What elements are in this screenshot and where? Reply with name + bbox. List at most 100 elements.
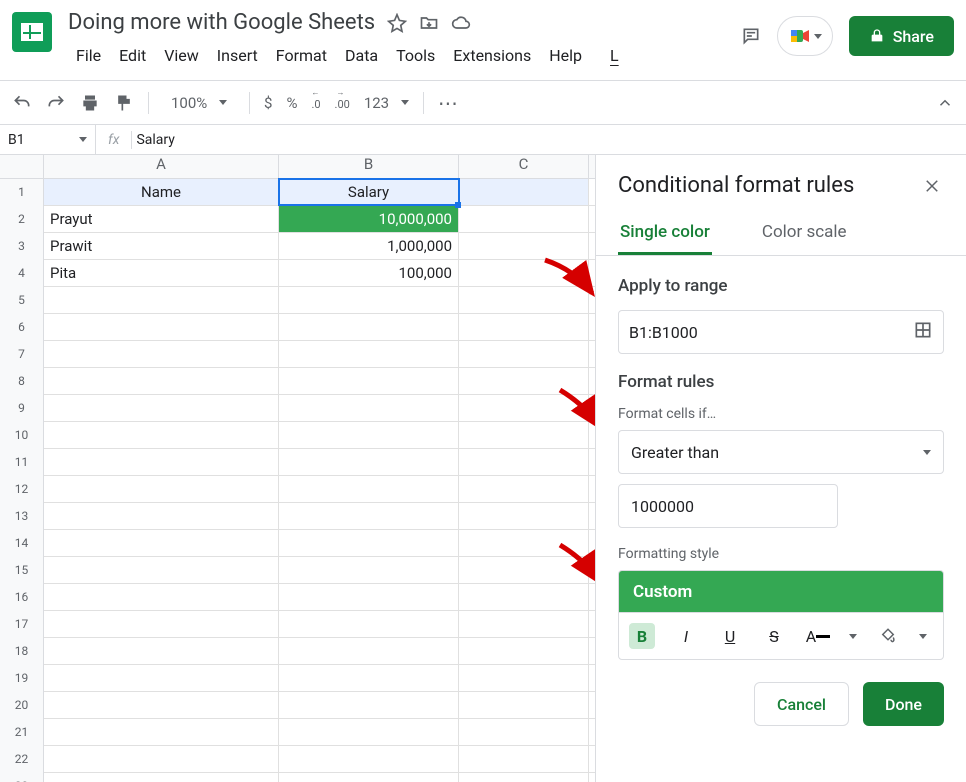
table-row[interactable]: 16 [0,584,595,611]
name-box[interactable]: B1 [0,125,96,154]
underline-button[interactable]: U [717,623,743,649]
row-header[interactable]: 16 [0,584,44,611]
row-header[interactable]: 15 [0,557,44,584]
table-row[interactable]: 12 [0,476,595,503]
cell[interactable] [279,395,459,421]
cell[interactable] [279,584,459,610]
cell[interactable] [459,530,589,556]
cell[interactable] [44,611,279,637]
cell[interactable] [279,422,459,448]
row-header[interactable]: 18 [0,638,44,665]
tab-color-scale[interactable]: Color scale [760,212,849,255]
cell[interactable] [459,719,589,745]
cell[interactable] [459,395,589,421]
cell[interactable] [459,260,589,286]
done-button[interactable]: Done [863,682,944,726]
cell[interactable] [279,611,459,637]
share-button[interactable]: Share [849,16,954,56]
column-header-C[interactable]: C [459,155,589,178]
undo-icon[interactable] [12,93,32,113]
text-color-button[interactable]: A [805,623,831,649]
cell[interactable] [279,665,459,691]
row-header[interactable]: 2 [0,206,44,233]
cell[interactable] [279,449,459,475]
cell[interactable] [44,395,279,421]
table-row[interactable]: 9 [0,395,595,422]
cell[interactable] [279,638,459,664]
table-row[interactable]: 22 [0,746,595,773]
cell[interactable] [44,422,279,448]
menu-data[interactable]: Data [337,42,386,69]
cell[interactable]: 1,000,000 [279,233,459,259]
table-row[interactable]: 6 [0,314,595,341]
table-row[interactable]: 14 [0,530,595,557]
column-header-B[interactable]: B [279,155,459,178]
cell[interactable] [459,638,589,664]
cell[interactable] [279,341,459,367]
grid-select-icon[interactable] [913,320,933,344]
move-folder-icon[interactable] [419,13,439,33]
cell[interactable] [459,584,589,610]
cell[interactable] [459,557,589,583]
zoom-dropdown[interactable]: 100% [163,92,235,114]
tab-single-color[interactable]: Single color [618,212,712,255]
row-header[interactable]: 9 [0,395,44,422]
print-icon[interactable] [80,93,100,113]
formula-input[interactable]: Salary [132,132,174,148]
cell[interactable]: Pita [44,260,279,286]
cell[interactable] [44,692,279,718]
table-row[interactable]: 4Pita100,000 [0,260,595,287]
range-input[interactable]: B1:B1000 [618,310,944,354]
row-header[interactable]: 22 [0,746,44,773]
condition-value-input[interactable]: 1000000 [618,484,838,528]
table-row[interactable]: 18 [0,638,595,665]
cell[interactable] [459,341,589,367]
cell[interactable] [44,719,279,745]
cell[interactable]: Name [44,179,279,205]
row-header[interactable]: 21 [0,719,44,746]
table-row[interactable]: 1NameSalary [0,179,595,206]
row-header[interactable]: 13 [0,503,44,530]
cell[interactable] [279,773,459,782]
star-icon[interactable] [387,13,407,33]
cell[interactable] [279,476,459,502]
spreadsheet-grid[interactable]: A B C 1NameSalary2Prayut10,000,0003Prawi… [0,155,596,782]
cell[interactable] [459,233,589,259]
menu-edit[interactable]: Edit [111,42,154,69]
cell[interactable] [44,449,279,475]
table-row[interactable]: 5 [0,287,595,314]
condition-dropdown[interactable]: Greater than [618,430,944,474]
cell[interactable] [44,746,279,772]
row-header[interactable]: 7 [0,341,44,368]
cell[interactable] [44,503,279,529]
menu-help[interactable]: Help [541,42,590,69]
cell[interactable] [279,503,459,529]
menu-format[interactable]: Format [268,42,335,69]
row-header[interactable]: 6 [0,314,44,341]
decrease-decimal-button[interactable]: .0← [311,94,320,112]
cell[interactable] [44,773,279,782]
table-row[interactable]: 19 [0,665,595,692]
cell[interactable] [279,557,459,583]
close-icon[interactable] [920,174,944,198]
bold-button[interactable]: B [629,623,655,649]
table-row[interactable]: 17 [0,611,595,638]
cell[interactable] [279,692,459,718]
paint-format-icon[interactable] [114,93,134,113]
menu-insert[interactable]: Insert [209,42,266,69]
cell[interactable]: Prawit [44,233,279,259]
cell[interactable] [44,341,279,367]
more-tools-button[interactable] [438,91,458,115]
row-header[interactable]: 20 [0,692,44,719]
meet-button[interactable] [777,16,833,56]
number-format-dropdown[interactable]: 123 [364,94,409,112]
cell[interactable] [44,665,279,691]
document-title[interactable]: Doing more with Google Sheets [68,8,375,38]
fill-color-button[interactable] [875,623,901,649]
cell[interactable] [44,557,279,583]
cell[interactable] [279,314,459,340]
table-row[interactable]: 15 [0,557,595,584]
table-row[interactable]: 8 [0,368,595,395]
format-percent-button[interactable]: % [286,94,297,112]
table-row[interactable]: 21 [0,719,595,746]
